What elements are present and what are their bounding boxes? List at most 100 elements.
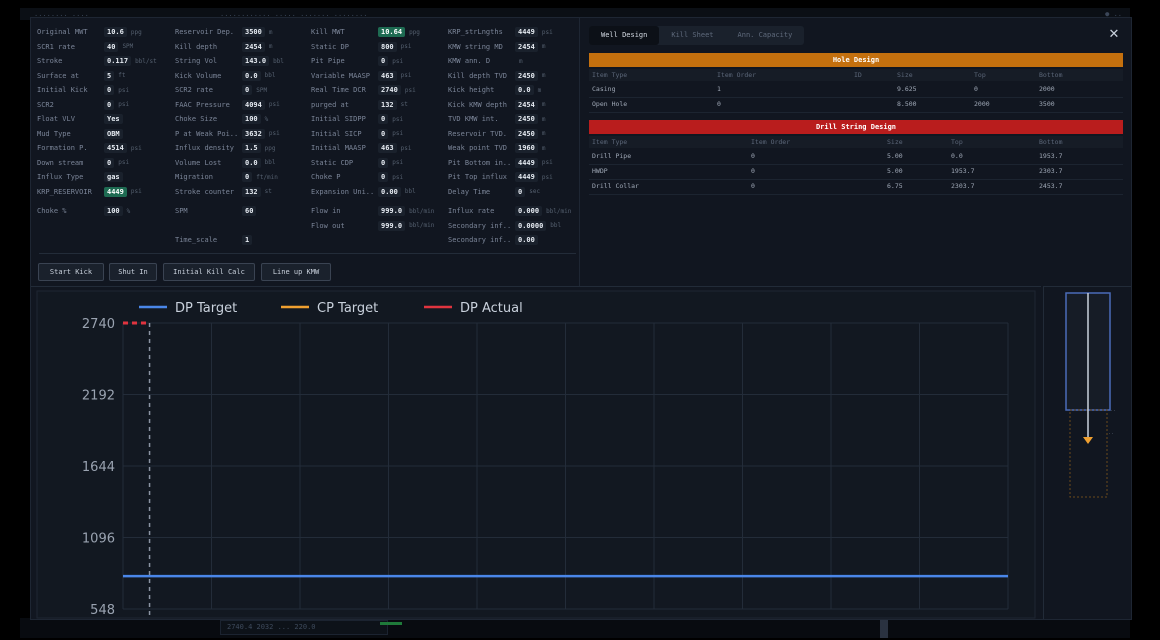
param-value[interactable]: 10.6 xyxy=(104,27,127,37)
param-static-dp: Static DP 800 psi xyxy=(311,41,412,53)
param-value[interactable]: 0.000 xyxy=(515,206,543,216)
param-value[interactable]: 0.0000 xyxy=(515,220,547,231)
param-value[interactable]: 0.00 xyxy=(378,186,401,197)
param-unit: psi xyxy=(118,101,130,108)
column-header: Item Type xyxy=(592,71,628,79)
param-value[interactable]: 0 xyxy=(104,157,115,168)
param-value[interactable]: 463 xyxy=(378,70,397,81)
param-reservoir-tvd: Reservoir TVD. 2450 m xyxy=(448,128,545,140)
param-initial-sicp: Initial SICP 0 psi xyxy=(311,128,403,140)
param-value[interactable]: 0 xyxy=(104,99,115,110)
param-value[interactable]: 0 xyxy=(378,157,389,168)
y-tick-label: 2192 xyxy=(82,389,115,404)
param-value[interactable]: Yes xyxy=(104,114,123,124)
param-value[interactable]: 4449 xyxy=(515,27,538,37)
param-label: Choke % xyxy=(37,207,67,215)
param-value[interactable]: 463 xyxy=(378,143,397,153)
param-unit: psi xyxy=(400,72,412,79)
table-row[interactable]: Drill Pipe 0 5.00 0.0 1953.7 xyxy=(589,149,1123,165)
shut-in-button[interactable]: Shut In xyxy=(109,263,157,281)
table-cell: 5.00 xyxy=(887,152,903,160)
param-value[interactable]: 2454 xyxy=(515,99,538,110)
param-value[interactable]: 2454 xyxy=(515,41,538,52)
param-value[interactable]: 4449 xyxy=(104,186,127,197)
param-value[interactable]: 100 xyxy=(104,206,123,216)
param-label: purged at xyxy=(311,100,349,109)
param-unit: bbl/min xyxy=(409,207,435,215)
param-value[interactable]: 132 xyxy=(242,186,261,197)
param-label: Real Time DCR xyxy=(311,86,366,94)
param-value[interactable]: 0.117 xyxy=(104,56,132,66)
param-secondary-inf: Secondary inf.. 0.0000 bbl xyxy=(448,220,561,232)
param-value[interactable]: gas xyxy=(104,172,123,182)
param-label: P at Weak Poi.. xyxy=(175,129,239,138)
param-label: Static DP xyxy=(311,42,349,51)
param-pit-pipe: Pit Pipe 0 psi xyxy=(311,55,403,67)
param-value[interactable]: 800 xyxy=(378,41,397,52)
param-kick-kmw-depth: Kick KMW depth 2454 m xyxy=(448,99,545,111)
table-row[interactable]: Drill Collar 0 6.75 2303.7 2453.7 xyxy=(589,179,1123,195)
param-label: Choke P xyxy=(311,173,341,181)
param-value[interactable]: 60 xyxy=(242,206,257,216)
param-value[interactable]: 5 xyxy=(104,70,115,81)
param-value[interactable]: 4094 xyxy=(242,99,265,110)
param-value[interactable]: 0 xyxy=(378,128,389,139)
param-value[interactable]: 0 xyxy=(242,85,253,95)
tab-ann-capacity[interactable]: Ann. Capacity xyxy=(726,26,805,45)
param-value[interactable]: 2740 xyxy=(378,85,401,95)
param-label: Static CDP xyxy=(311,158,354,167)
well-control-modal: Original MWT 10.6 ppg Reservoir Dep. 3500 m Ki… xyxy=(30,17,1132,620)
param-value[interactable]: 4449 xyxy=(515,172,538,182)
param-pit-bottom-in: Pit Bottom in.. 4449 psi xyxy=(448,157,553,169)
param-choke-p: Choke P 0 psi xyxy=(311,171,403,183)
line-up-kmw-button[interactable]: Line up KMW xyxy=(261,263,331,281)
param-value[interactable]: 40 xyxy=(104,41,119,52)
param-value[interactable]: 2450 xyxy=(515,114,538,124)
param-value[interactable]: 0 xyxy=(378,172,389,182)
param-initial-kick: Initial Kick 0 psi xyxy=(37,84,129,96)
param-value[interactable]: 999.0 xyxy=(378,206,406,216)
param-value[interactable]: 0.0 xyxy=(242,157,261,168)
table-row[interactable]: Open Hole 0 8.500 2000 3500 xyxy=(589,97,1123,113)
param-value[interactable]: 0 xyxy=(515,186,526,197)
param-value[interactable]: 0.00 xyxy=(515,235,538,245)
param-label: Influx density xyxy=(175,144,235,152)
param-value[interactable]: 10.64 xyxy=(378,27,406,37)
param-down-stream: Down stream 0 psi xyxy=(37,157,129,169)
param-value[interactable]: 3500 xyxy=(242,27,265,37)
close-icon[interactable]: ✕ xyxy=(1107,28,1121,42)
param-unit: psi xyxy=(268,130,280,137)
param-label: SCR2 xyxy=(37,100,54,109)
param-label: Variable MAASP xyxy=(311,71,371,80)
param-value[interactable]: 0 xyxy=(104,85,115,95)
param-unit: st xyxy=(264,188,272,195)
table-row[interactable]: HWDP 0 5.00 1953.7 2303.7 xyxy=(589,164,1123,180)
param-value[interactable]: 999.0 xyxy=(378,220,406,231)
tab-kill-sheet[interactable]: Kill Sheet xyxy=(659,26,725,45)
tab-well-design[interactable]: Well Design xyxy=(589,26,660,45)
param-value[interactable]: 3632 xyxy=(242,128,265,139)
param-value[interactable]: 1960 xyxy=(515,143,538,153)
param-value[interactable]: 4514 xyxy=(104,143,127,153)
param-value[interactable]: 0.0 xyxy=(515,85,534,95)
param-scr2-rate: SCR2 rate 0 SPM xyxy=(175,84,267,96)
initial-kill-calc-button[interactable]: Initial Kill Calc xyxy=(163,263,255,281)
param-value[interactable]: 2454 xyxy=(242,41,265,52)
start-kick-button[interactable]: Start Kick xyxy=(38,263,104,281)
param-value[interactable]: 1.5 xyxy=(242,143,261,153)
param-value[interactable]: 1 xyxy=(242,235,253,245)
table-row[interactable]: Casing 1 9.625 0 2000 xyxy=(589,82,1123,98)
param-value[interactable]: 143.0 xyxy=(242,56,270,66)
param-value[interactable]: 0.0 xyxy=(242,70,261,81)
param-label: Pit Top influx xyxy=(448,173,508,181)
table-cell: 0 xyxy=(751,167,755,175)
param-value[interactable]: 0 xyxy=(378,114,389,124)
param-value[interactable]: 132 xyxy=(378,99,397,110)
param-value[interactable]: 0 xyxy=(378,56,389,66)
param-value[interactable]: 100 xyxy=(242,114,261,124)
param-value[interactable]: 2450 xyxy=(515,70,538,81)
param-value[interactable]: 4449 xyxy=(515,157,538,168)
param-value[interactable]: OBM xyxy=(104,128,123,139)
param-value[interactable]: 2450 xyxy=(515,128,538,139)
param-value[interactable]: 0 xyxy=(242,172,253,182)
